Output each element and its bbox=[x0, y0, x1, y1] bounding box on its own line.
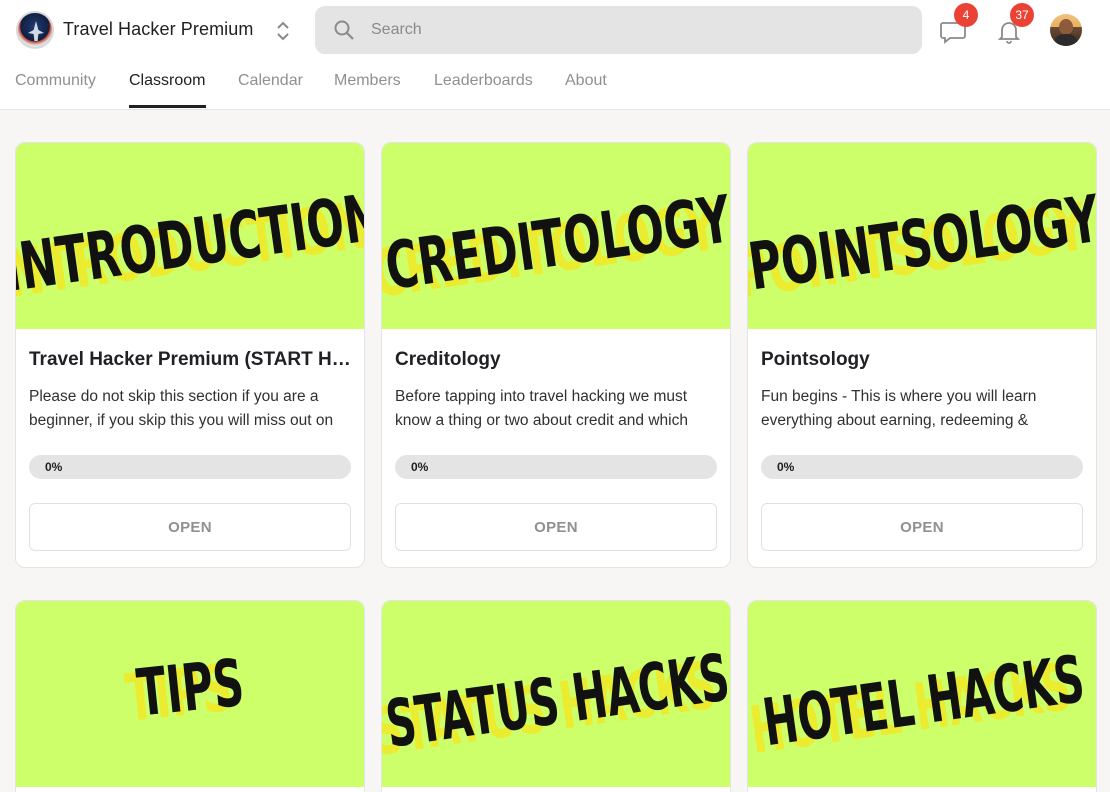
course-progress-bar: 0% bbox=[395, 455, 717, 479]
course-cover[interactable]: POINTSOLOGY POINTSOLOGY bbox=[748, 143, 1096, 329]
tab-leaderboards[interactable]: Leaderboards bbox=[434, 72, 533, 90]
tab-calendar[interactable]: Calendar bbox=[238, 72, 303, 90]
tab-about[interactable]: About bbox=[565, 72, 607, 90]
course-cover[interactable]: TIPS TIPS bbox=[16, 601, 364, 787]
notifications-badge: 37 bbox=[1010, 3, 1034, 27]
search-input[interactable] bbox=[371, 6, 901, 54]
course-card[interactable]: POINTSOLOGY POINTSOLOGY Pointsology Fun … bbox=[747, 142, 1097, 568]
open-course-button[interactable]: OPEN bbox=[395, 503, 717, 551]
course-cover[interactable]: HOTEL HACKS HOTEL HACKS bbox=[748, 601, 1096, 787]
user-avatar[interactable] bbox=[1050, 14, 1082, 46]
course-card[interactable]: INTRODUCTION INTRODUCTION Travel Hacker … bbox=[15, 142, 365, 568]
group-switcher-chevron-icon[interactable] bbox=[272, 19, 294, 43]
cover-title-text: INTRODUCTION bbox=[16, 179, 365, 307]
open-course-button[interactable]: OPEN bbox=[761, 503, 1083, 551]
progress-percent: 0% bbox=[45, 460, 63, 474]
course-card[interactable]: TIPS TIPS bbox=[15, 600, 365, 792]
progress-percent: 0% bbox=[777, 460, 795, 474]
active-tab-indicator bbox=[129, 105, 206, 108]
notifications-button[interactable]: 37 bbox=[992, 3, 1034, 48]
chat-badge: 4 bbox=[954, 3, 978, 27]
cover-title-text: TIPS bbox=[134, 644, 248, 730]
tab-community[interactable]: Community bbox=[15, 72, 96, 90]
top-header: Travel Hacker Premium 4 37 Community Cla… bbox=[0, 0, 1110, 110]
progress-percent: 0% bbox=[411, 460, 429, 474]
course-progress-bar: 0% bbox=[29, 455, 351, 479]
tab-members[interactable]: Members bbox=[334, 72, 401, 90]
course-description: Before tapping into travel hacking we mu… bbox=[395, 388, 688, 429]
course-cover[interactable]: CREDITOLOGY CREDITOLOGY bbox=[382, 143, 730, 329]
search-icon bbox=[334, 20, 354, 40]
airplane-icon bbox=[28, 21, 44, 41]
course-cover[interactable]: INTRODUCTION INTRODUCTION bbox=[16, 143, 365, 329]
course-progress-bar: 0% bbox=[761, 455, 1083, 479]
open-course-button[interactable]: OPEN bbox=[29, 503, 351, 551]
group-name[interactable]: Travel Hacker Premium bbox=[63, 19, 253, 40]
search-bar[interactable] bbox=[315, 6, 922, 54]
course-card[interactable]: HOTEL HACKS HOTEL HACKS bbox=[747, 600, 1097, 792]
course-title[interactable]: Travel Hacker Premium (START HERE) bbox=[29, 349, 353, 371]
tab-classroom[interactable]: Classroom bbox=[129, 72, 205, 90]
course-description: Fun begins - This is where you will lear… bbox=[761, 388, 1037, 429]
group-logo[interactable] bbox=[16, 11, 54, 49]
course-description: Please do not skip this section if you a… bbox=[29, 388, 334, 429]
chat-button[interactable]: 4 bbox=[936, 3, 978, 48]
course-title[interactable]: Creditology bbox=[395, 349, 719, 371]
course-card[interactable]: CREDITOLOGY CREDITOLOGY Creditology Befo… bbox=[381, 142, 731, 568]
course-title[interactable]: Pointsology bbox=[761, 349, 1085, 371]
course-cover[interactable]: STATUS HACKS STATUS HACKS bbox=[382, 601, 730, 787]
course-card[interactable]: STATUS HACKS STATUS HACKS bbox=[381, 600, 731, 792]
